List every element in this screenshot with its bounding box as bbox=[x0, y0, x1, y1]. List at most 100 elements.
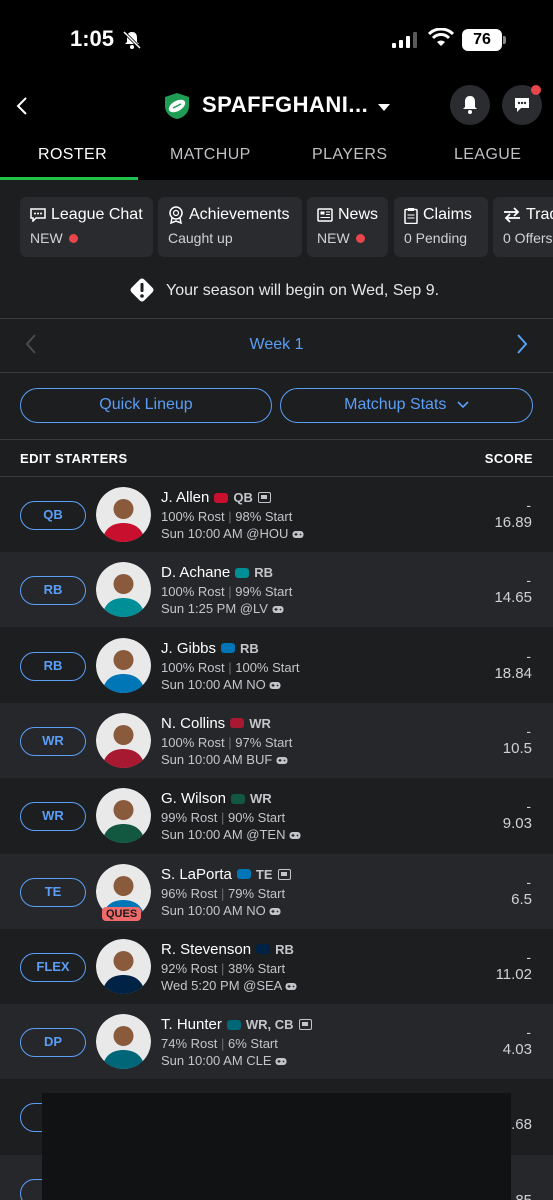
card-title: League Chat bbox=[51, 206, 143, 223]
alert-diamond-icon bbox=[130, 278, 154, 302]
rostered-pct: 100% Rost bbox=[161, 584, 225, 600]
player-name[interactable]: D. Achane bbox=[161, 564, 230, 581]
card-achievements[interactable]: Achievements Caught up bbox=[158, 197, 302, 257]
player-avatar[interactable] bbox=[96, 788, 151, 844]
separator: | bbox=[228, 509, 232, 524]
tab-players[interactable]: PLAYERS bbox=[312, 146, 387, 164]
player-name[interactable]: N. Collins bbox=[161, 715, 225, 732]
rostered-pct: 96% Rost bbox=[161, 885, 218, 901]
controller-icon bbox=[292, 531, 304, 539]
projection-dash: - bbox=[526, 873, 531, 890]
card-claims[interactable]: Claims 0 Pending bbox=[394, 197, 488, 257]
roster-stats: 99% Rost | 90% Start bbox=[161, 810, 285, 825]
wifi-icon bbox=[428, 28, 454, 46]
game-time: Sun 10:00 AM NO bbox=[161, 676, 266, 692]
player-avatar[interactable] bbox=[96, 487, 151, 542]
player-name[interactable]: R. Stevenson bbox=[161, 941, 251, 958]
slot-badge[interactable]: WR bbox=[20, 802, 86, 832]
slot-badge[interactable]: WR bbox=[20, 726, 86, 756]
chat-icon bbox=[515, 98, 529, 112]
player-row[interactable]: QB J. Allen QB 100% Rost | 98% Start Sun 10:… bbox=[0, 477, 553, 552]
game-info: Sun 1:25 PM @LV bbox=[161, 601, 284, 616]
rostered-pct: 92% Rost bbox=[161, 960, 218, 976]
player-row[interactable]: RB D. Achane RB 100% Rost | 99% Start Sun 1:… bbox=[0, 552, 553, 628]
signal-icon bbox=[392, 32, 417, 48]
player-name[interactable]: J. Allen bbox=[161, 489, 209, 506]
chevron-right-icon[interactable] bbox=[515, 333, 529, 355]
game-info: Sun 10:00 AM CLE bbox=[161, 1053, 287, 1068]
player-avatar[interactable] bbox=[96, 562, 151, 618]
card-status: NEW bbox=[30, 230, 63, 246]
chevron-down-icon[interactable] bbox=[377, 102, 391, 112]
news-icon[interactable] bbox=[257, 492, 271, 503]
player-name[interactable]: G. Wilson bbox=[161, 790, 226, 807]
game-info: Sun 10:00 AM BUF bbox=[161, 752, 288, 767]
slot-badge[interactable]: FLEX bbox=[20, 952, 86, 982]
status-bar: 1:05 76 bbox=[0, 0, 553, 80]
tab-league[interactable]: LEAGUE bbox=[454, 146, 521, 164]
card-news[interactable]: News NEW bbox=[307, 197, 388, 257]
card-league-chat[interactable]: League Chat NEW bbox=[20, 197, 153, 257]
player-row[interactable]: FLEX R. Stevenson RB 92% Rost | 38% Start We… bbox=[0, 929, 553, 1004]
slot-badge[interactable]: RB bbox=[20, 651, 86, 681]
player-name[interactable]: S. LaPorta bbox=[161, 866, 232, 883]
rostered-pct: 100% Rost bbox=[161, 509, 225, 524]
player-name[interactable]: J. Gibbs bbox=[161, 640, 216, 657]
game-time: Wed 5:20 PM @SEA bbox=[161, 977, 282, 993]
messages-button[interactable] bbox=[502, 85, 542, 125]
player-avatar[interactable] bbox=[96, 637, 151, 693]
player-avatar[interactable] bbox=[96, 712, 151, 768]
controller-icon bbox=[272, 606, 284, 614]
projected-score: 11.02 bbox=[495, 965, 532, 983]
player-row[interactable]: WR N. Collins WR 100% Rost | 97% Start Sun 1… bbox=[0, 702, 553, 778]
projection-dash: - bbox=[526, 948, 531, 965]
card-title: Claims bbox=[423, 206, 472, 223]
player-name-line: N. Collins WR bbox=[161, 715, 271, 732]
slot-badge[interactable]: RB bbox=[20, 576, 86, 606]
player-row[interactable]: WR G. Wilson WR 99% Rost | 90% Start Sun 10:… bbox=[0, 778, 553, 853]
separator: | bbox=[228, 734, 232, 750]
card-trades[interactable]: Trad 0 Offers bbox=[493, 197, 553, 257]
started-pct: 99% Start bbox=[235, 584, 293, 600]
rostered-pct: 100% Rost bbox=[161, 734, 225, 750]
projected-score: 4.03 bbox=[502, 1041, 532, 1059]
player-row[interactable]: DP T. Hunter WR, CB 74% Rost | 6% Start Sun … bbox=[0, 1004, 553, 1080]
notifications-button[interactable] bbox=[450, 85, 490, 125]
projected-score: 18.84 bbox=[494, 664, 532, 682]
tab-roster[interactable]: ROSTER bbox=[38, 146, 107, 164]
player-row[interactable]: TE QUES S. LaPorta TE 96% Rost | 79% Start Su… bbox=[0, 853, 553, 929]
quick-links: League Chat NEW Achievements Caught up N… bbox=[20, 197, 553, 257]
news-icon[interactable] bbox=[277, 868, 291, 880]
rostered-pct: 99% Rost bbox=[161, 810, 218, 826]
new-dot bbox=[68, 233, 78, 243]
player-row[interactable]: RB J. Gibbs RB 100% Rost | 100% Start Sun 10… bbox=[0, 628, 553, 703]
player-avatar[interactable] bbox=[96, 1014, 151, 1070]
player-position: RB bbox=[254, 565, 273, 581]
battery-indicator: 76 bbox=[462, 29, 506, 51]
player-avatar[interactable] bbox=[96, 938, 151, 994]
matchup-stats-button[interactable]: Matchup Stats bbox=[280, 388, 533, 423]
game-info: Sun 10:00 AM NO bbox=[161, 677, 281, 692]
league-name[interactable]: SPAFFGHANI... bbox=[202, 92, 368, 118]
projected-score: 10.5 bbox=[502, 739, 532, 757]
controller-icon bbox=[276, 756, 288, 764]
slot-badge[interactable]: QB bbox=[20, 501, 86, 530]
edit-starters-label[interactable]: EDIT STARTERS bbox=[20, 451, 128, 466]
back-icon[interactable] bbox=[12, 92, 34, 120]
player-name[interactable]: T. Hunter bbox=[161, 1016, 222, 1033]
game-info: Sun 10:00 AM @TEN bbox=[161, 827, 301, 842]
started-pct: 90% Start bbox=[228, 810, 286, 826]
player-position: TE bbox=[255, 866, 273, 882]
week-selector: Week 1 bbox=[0, 319, 553, 371]
slot-badge[interactable]: DP bbox=[20, 1028, 86, 1058]
slot-badge[interactable]: TE bbox=[20, 877, 86, 907]
player-name-line: G. Wilson WR bbox=[161, 790, 272, 807]
quick-lineup-button[interactable]: Quick Lineup bbox=[20, 388, 272, 423]
started-pct: 79% Start bbox=[228, 885, 286, 901]
week-label[interactable]: Week 1 bbox=[0, 336, 553, 354]
news-icon[interactable] bbox=[298, 1019, 312, 1031]
tab-matchup[interactable]: MATCHUP bbox=[170, 146, 251, 164]
started-pct: 98% Start bbox=[235, 509, 293, 524]
clipboard-icon bbox=[404, 207, 418, 224]
projection-dash: - bbox=[526, 798, 531, 815]
